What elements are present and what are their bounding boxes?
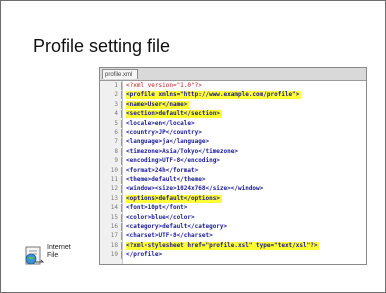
line-number: 15 — [110, 213, 118, 221]
code-line: 19 </profile> — [100, 251, 366, 260]
fold-guide — [121, 213, 122, 222]
attachment-label-line2: File — [47, 252, 59, 259]
code-line: 5 <locale>en</locale> — [100, 119, 366, 128]
code-text: <locale>en</locale> — [126, 119, 195, 127]
code-text: <?xml-stylesheet href="profile.xsl" type… — [126, 241, 320, 250]
line-number: 4 — [114, 110, 118, 118]
code-text: </profile> — [126, 251, 163, 259]
line-number: 7 — [114, 138, 118, 146]
fold-guide — [121, 110, 122, 119]
fold-guide — [121, 232, 122, 241]
line-number: 1 — [114, 82, 118, 89]
fold-guide — [121, 241, 122, 250]
code-line: 1 <?xml version="1.0"?> — [100, 82, 366, 90]
line-number: 16 — [110, 223, 118, 230]
code-line: 16 <category>default</category> — [100, 223, 366, 231]
line-number: 18 — [110, 241, 118, 249]
code-line: 12 <window><size>1024x768</size></window… — [100, 185, 366, 194]
line-number: 3 — [114, 100, 118, 108]
code-line: 15 <color>blue</color> — [100, 213, 366, 222]
line-number: 9 — [114, 157, 118, 165]
line-number: 10 — [110, 166, 118, 174]
code-text: <category>default</category> — [126, 223, 228, 230]
fold-guide — [121, 157, 122, 166]
code-line: 2 <profile xmlns="http://www.example.com/… — [100, 91, 366, 100]
fold-guide — [121, 194, 122, 203]
code-line: 6 <country>JP</country> — [100, 129, 366, 137]
code-text: <theme>default</theme> — [126, 176, 206, 183]
fold-guide — [121, 82, 122, 90]
fold-guide — [121, 138, 122, 147]
fold-guide — [121, 147, 122, 156]
code-text: <?xml version="1.0"?> — [126, 82, 202, 89]
code-line: 7 <language>ja</language> — [100, 138, 366, 147]
slide: Profile setting file profile.xml 1 <?xml … — [0, 0, 386, 293]
line-number: 13 — [110, 194, 118, 202]
code-text: <language>ja</language> — [126, 138, 210, 146]
fold-guide — [121, 91, 122, 100]
line-number: 12 — [110, 185, 118, 193]
fold-guide — [121, 251, 122, 260]
code-line: 3 <name>User</name> — [100, 100, 366, 109]
attachment-label-line1: Internet — [47, 244, 71, 251]
code-line: 11 <theme>default</theme> — [100, 176, 366, 184]
code-text: <options>default</options> — [126, 194, 222, 203]
line-number: 19 — [110, 251, 118, 259]
code-line: 14 <font>10pt</font> — [100, 204, 366, 213]
code-line: 10 <format>24h</format> — [100, 166, 366, 175]
line-number: 14 — [110, 204, 118, 212]
code-line: 17 <charset>UTF-8</charset> — [100, 232, 366, 241]
fold-guide — [121, 129, 122, 137]
code-text: <font>10pt</font> — [126, 204, 188, 212]
internet-file-icon[interactable] — [23, 246, 45, 266]
line-number: 2 — [114, 91, 118, 99]
code-text: <encoding>UTF-8</encoding> — [126, 157, 220, 165]
code-line: 9 <encoding>UTF-8</encoding> — [100, 157, 366, 166]
line-number: 8 — [114, 147, 118, 155]
attachment-label: Internet File — [47, 244, 71, 260]
fold-guide — [121, 166, 122, 175]
code-text: <country>JP</country> — [126, 129, 202, 136]
fold-guide — [121, 119, 122, 128]
code-line: 8 <timezone>Asia/Tokyo</timezone> — [100, 147, 366, 156]
code-line: 18 <?xml-stylesheet href="profile.xsl" t… — [100, 241, 366, 250]
fold-guide — [121, 176, 122, 184]
code-line: 13 <options>default</options> — [100, 194, 366, 203]
code-text: <window><size>1024x768</size></window> — [126, 185, 264, 193]
editor-tab[interactable]: profile.xml — [102, 69, 138, 79]
code-text: <format>24h</format> — [126, 166, 199, 174]
code-text: <charset>UTF-8</charset> — [126, 232, 213, 240]
fold-guide — [121, 185, 122, 194]
editor-tab-strip: profile.xml — [100, 68, 366, 81]
line-number: 5 — [114, 119, 118, 127]
slide-title: Profile setting file — [33, 36, 171, 56]
line-number: 11 — [110, 176, 118, 183]
code-text: <timezone>Asia/Tokyo</timezone> — [126, 147, 238, 155]
line-number: 17 — [110, 232, 118, 240]
code-text: <color>blue</color> — [126, 213, 195, 221]
line-number: 6 — [114, 129, 118, 136]
code-editor-screenshot: profile.xml 1 <?xml version="1.0"?> 2 <prof… — [99, 67, 367, 265]
fold-guide — [121, 204, 122, 213]
fold-guide — [121, 223, 122, 231]
code-text: <profile xmlns="http://www.example.com/p… — [126, 91, 302, 100]
fold-guide — [121, 100, 122, 109]
code-text: <section>default</section> — [126, 110, 222, 119]
code-text: <name>User</name> — [126, 100, 190, 109]
code-line: 4 <section>default</section> — [100, 110, 366, 119]
